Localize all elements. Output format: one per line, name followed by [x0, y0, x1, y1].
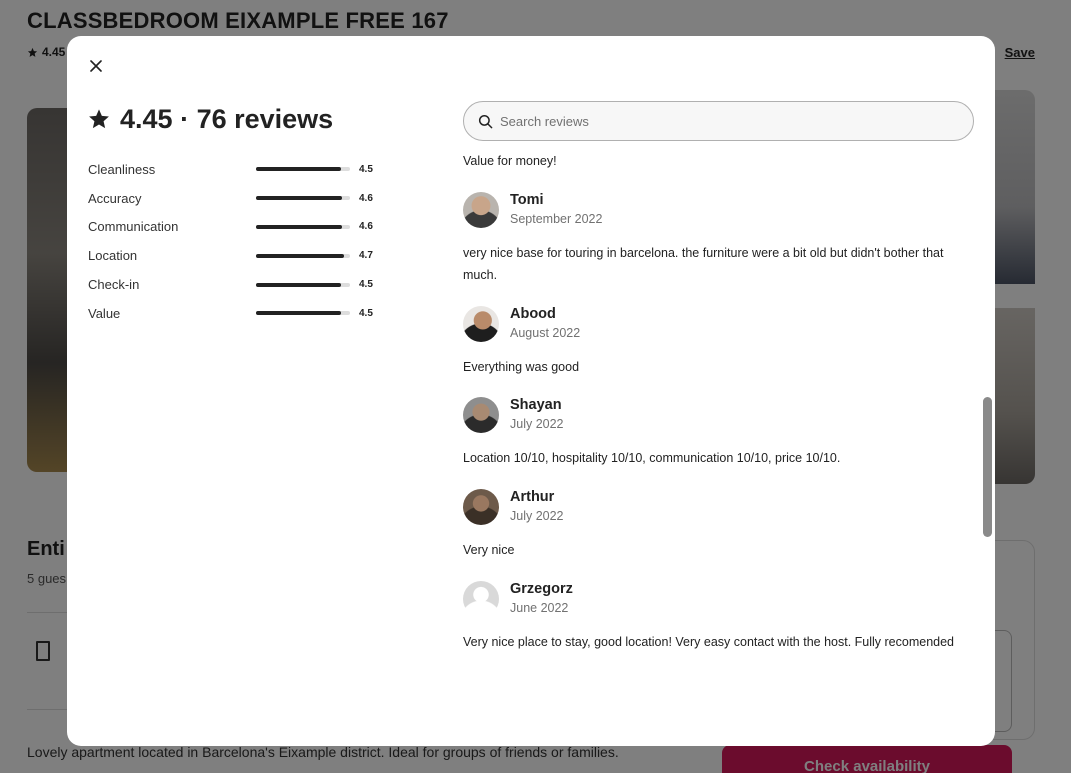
- reviewer-name: Grzegorz: [510, 581, 573, 597]
- category-bar: [256, 253, 350, 258]
- category-bar-fill: [256, 282, 341, 287]
- close-button[interactable]: [85, 55, 107, 77]
- star-icon: [89, 109, 109, 129]
- review-date: June 2022: [510, 601, 569, 615]
- review-item: Grzegorz June 2022 Very nice place to st…: [463, 579, 979, 653]
- review-text: very nice base for touring in barcelona.…: [463, 246, 944, 282]
- avatar[interactable]: [463, 192, 499, 228]
- rating-heading: 4.45 · 76 reviews: [88, 101, 388, 137]
- category-row: Communication 4.6: [88, 213, 388, 242]
- category-value: 4.5: [359, 163, 373, 175]
- category-bar-fill: [256, 196, 343, 201]
- category-value: 4.5: [359, 279, 373, 291]
- reviewer-name: Arthur: [510, 489, 555, 505]
- search-reviews-field[interactable]: [463, 101, 974, 141]
- category-bar: [256, 196, 350, 201]
- category-row: Check-in 4.5: [88, 270, 388, 299]
- category-bar: [256, 224, 350, 229]
- category-label: Cleanliness: [88, 161, 156, 177]
- review-header: Shayan July 2022: [463, 395, 979, 435]
- avatar[interactable]: [463, 397, 499, 433]
- reviews-list: Value for money! Tomi September 2022 ver…: [463, 148, 979, 653]
- review-date: August 2022: [510, 326, 581, 340]
- avatar[interactable]: [463, 306, 499, 342]
- reviewer-name: Abood: [510, 306, 556, 322]
- review-date: July 2022: [510, 509, 564, 523]
- category-ratings: Cleanliness 4.5 Accuracy 4.6 Communicati…: [88, 155, 388, 328]
- category-bar: [256, 282, 350, 287]
- reviews-count: 76 reviews: [196, 103, 334, 134]
- review-text: Very nice: [463, 543, 515, 557]
- avatar-placeholder[interactable]: [463, 581, 499, 617]
- close-icon: [90, 60, 102, 72]
- category-value: 4.6: [359, 192, 373, 204]
- avatar[interactable]: [463, 489, 499, 525]
- review-text: Very nice place to stay, good location! …: [463, 635, 955, 649]
- category-label: Check-in: [88, 277, 140, 293]
- category-row: Accuracy 4.6: [88, 184, 388, 213]
- category-label: Accuracy: [88, 190, 142, 206]
- category-label: Value: [88, 305, 121, 321]
- category-bar: [256, 167, 350, 172]
- reviewer-name: Tomi: [510, 192, 544, 208]
- category-label: Location: [88, 248, 138, 264]
- review-text: Everything was good: [463, 360, 580, 374]
- review-header: Arthur July 2022: [463, 487, 979, 527]
- review-item: Abood August 2022 Everything was good: [463, 304, 979, 378]
- category-bar-fill: [256, 224, 343, 229]
- review-text: Value for money!: [463, 154, 557, 168]
- review-item: Tomi September 2022 very nice base for t…: [463, 190, 979, 286]
- scrollbar-thumb[interactable]: [983, 397, 992, 537]
- category-bar-fill: [256, 253, 345, 258]
- rating-separator: ·: [180, 103, 190, 134]
- category-row: Value 4.5: [88, 299, 388, 328]
- reviews-modal: 4.45 · 76 reviews Cleanliness 4.5 Accura…: [67, 36, 995, 746]
- review-date: September 2022: [510, 212, 603, 226]
- review-item: Arthur July 2022 Very nice: [463, 487, 979, 561]
- rating-summary: 4.45 · 76 reviews Cleanliness 4.5 Accura…: [88, 101, 388, 328]
- category-label: Communication: [88, 219, 179, 235]
- review-header: Tomi September 2022: [463, 190, 979, 230]
- review-text: Location 10/10, hospitality 10/10, commu…: [463, 451, 841, 465]
- review-header: Abood August 2022: [463, 304, 979, 344]
- search-icon: [478, 114, 493, 128]
- category-value: 4.7: [359, 250, 373, 262]
- review-header: Grzegorz June 2022: [463, 579, 979, 619]
- category-bar-fill: [256, 167, 341, 172]
- reviewer-name: Shayan: [510, 397, 562, 413]
- overall-rating: 4.45: [120, 103, 173, 134]
- category-row: Cleanliness 4.5: [88, 155, 388, 184]
- review-date: July 2022: [510, 417, 564, 431]
- category-row: Location 4.7: [88, 241, 388, 270]
- category-bar-fill: [256, 311, 341, 316]
- category-bar: [256, 311, 350, 316]
- review-item: Shayan July 2022 Location 10/10, hospita…: [463, 395, 979, 469]
- category-value: 4.6: [359, 221, 373, 233]
- category-value: 4.5: [359, 307, 373, 319]
- search-reviews-input[interactable]: [500, 113, 940, 129]
